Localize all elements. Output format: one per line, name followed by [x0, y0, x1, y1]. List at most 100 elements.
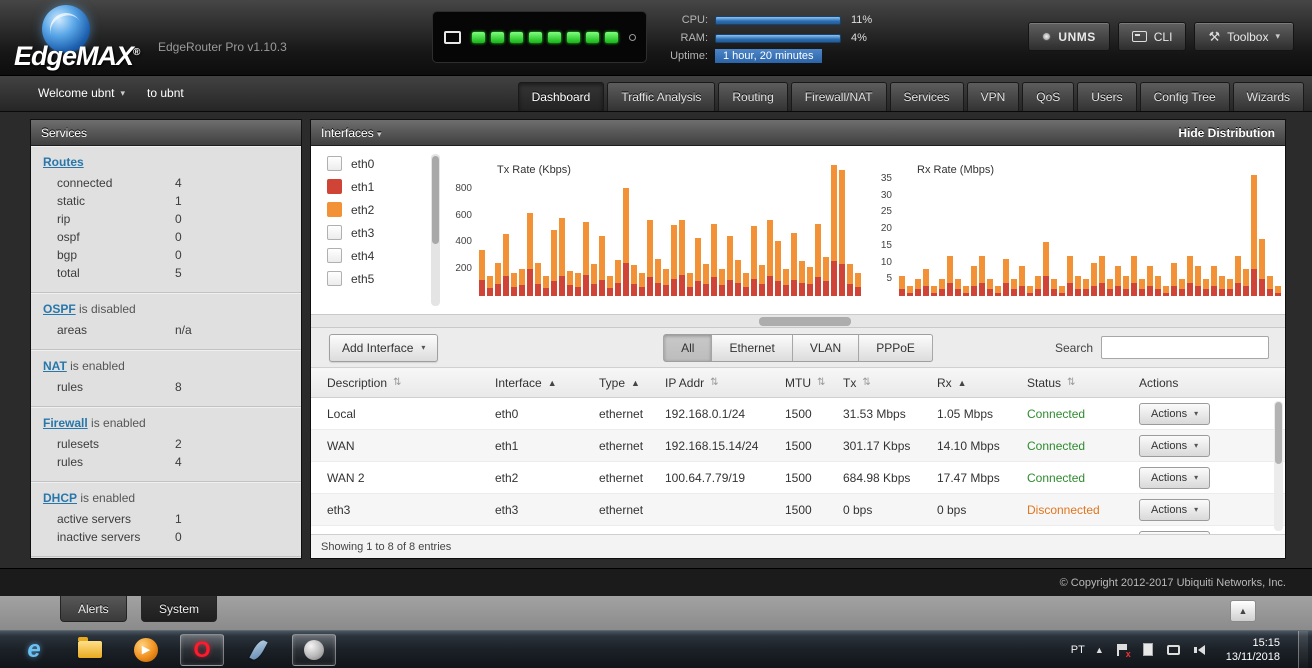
tab-routing[interactable]: Routing: [718, 82, 788, 111]
edgemax-logo: EdgeMAX®: [14, 2, 164, 74]
scrollbar-thumb[interactable]: [1275, 402, 1282, 464]
filter-pppoe[interactable]: PPPoE: [859, 333, 933, 362]
sidebar-section-nat: NAT is enabled rules 8: [31, 350, 301, 407]
column-header-mtu[interactable]: MTU ⇅: [785, 376, 843, 390]
action-center-flag-icon[interactable]: x: [1114, 642, 1131, 658]
sidebar-link-routes[interactable]: Routes: [43, 155, 84, 169]
cpu-progress-bar: [715, 15, 841, 25]
sidebar-link-firewall[interactable]: Firewall: [43, 416, 88, 430]
scrollbar-thumb[interactable]: [759, 317, 851, 326]
cell-interface: eth2: [495, 470, 519, 485]
column-header-ip-addr[interactable]: IP Addr ⇅: [665, 376, 785, 390]
cli-button[interactable]: CLI: [1117, 22, 1187, 51]
chart-bar: [599, 235, 605, 296]
chevron-down-icon[interactable]: ▾: [120, 88, 125, 99]
scroll-top-button[interactable]: ▲: [1230, 600, 1256, 622]
checkbox-eth4[interactable]: [327, 248, 342, 263]
gray-sphere-app-icon[interactable]: [292, 633, 336, 666]
column-header-type[interactable]: Type ▲: [599, 376, 665, 390]
tab-qos[interactable]: QoS: [1022, 82, 1075, 111]
chart-bar: [1091, 262, 1097, 296]
tab-config-tree[interactable]: Config Tree: [1139, 82, 1230, 111]
unms-button[interactable]: UNMS: [1028, 22, 1110, 51]
sidebar-link-nat[interactable]: NAT: [43, 359, 67, 373]
checkbox-eth0[interactable]: [327, 156, 342, 171]
tab-dashboard[interactable]: Dashboard: [517, 82, 605, 111]
scrollbar-thumb[interactable]: [432, 156, 439, 244]
column-header-rx[interactable]: Rx ▲: [937, 376, 1027, 390]
table-footer: Showing 1 to 8 of 8 entries: [311, 534, 1285, 558]
checklist-scrollbar[interactable]: [431, 154, 440, 306]
chart-bar: [1211, 265, 1217, 296]
chart-bar: [663, 269, 669, 296]
interface-checkbox-row: eth1: [327, 179, 431, 194]
column-header-interface[interactable]: Interface ▲: [495, 376, 599, 390]
checkbox-eth2[interactable]: [327, 202, 342, 217]
show-desktop-button[interactable]: [1298, 630, 1308, 668]
sidebar-stat-row: total 5: [57, 266, 182, 280]
language-indicator[interactable]: PT: [1071, 644, 1085, 656]
feather-app-icon[interactable]: [236, 634, 280, 666]
opera-browser-icon[interactable]: O: [180, 633, 224, 666]
actions-cell: Actions ▾: [1139, 434, 1259, 457]
taskbar-clock[interactable]: 15:15 13/11/2018: [1218, 636, 1288, 664]
explorer-folder-icon[interactable]: [68, 634, 112, 666]
tab-firewall-nat[interactable]: Firewall/NAT: [790, 82, 887, 111]
system-tray: PT ▲ x 15:15 13/11/2018: [1071, 630, 1312, 668]
port-led: [471, 31, 485, 43]
system-tab[interactable]: System: [141, 596, 218, 622]
chart-bar: [1243, 269, 1249, 296]
checkbox-eth5[interactable]: [327, 271, 342, 286]
checkbox-eth3[interactable]: [327, 225, 342, 240]
port-led: [547, 31, 561, 43]
media-player-icon[interactable]: ▶: [124, 634, 168, 666]
tab-wizards[interactable]: Wizards: [1232, 82, 1304, 111]
filter-all[interactable]: All: [663, 333, 713, 362]
search-input[interactable]: [1101, 336, 1269, 359]
chart-bar: [907, 285, 913, 296]
row-actions-button[interactable]: Actions▾: [1139, 434, 1211, 457]
chart-y-axis: 5 10 15 20 25 30 35: [863, 162, 895, 296]
tab-users[interactable]: Users: [1077, 82, 1137, 111]
chevron-down-icon: ▾: [1194, 409, 1199, 418]
cell-mtu: 1500: [785, 502, 812, 517]
system-stats: CPU: 11% RAM: 4% Uptime: 1 hour, 20 minu…: [662, 12, 892, 66]
chart-bar: [1179, 279, 1185, 296]
filter-vlan[interactable]: VLAN: [792, 333, 860, 362]
table-scrollbar[interactable]: [1274, 401, 1283, 531]
toolbox-button[interactable]: ⚒ Toolbox ▾: [1194, 22, 1294, 51]
row-actions-button[interactable]: Actions▾: [1139, 402, 1211, 425]
checkbox-eth1[interactable]: [327, 179, 342, 194]
sidebar-link-ospf[interactable]: OSPF: [43, 302, 76, 316]
sidebar-link-dhcp[interactable]: DHCP: [43, 491, 77, 505]
network-icon[interactable]: [1166, 642, 1182, 658]
chart-bar: [615, 259, 621, 296]
internet-explorer-icon[interactable]: e: [12, 634, 56, 666]
interfaces-title[interactable]: Interfaces ▾: [321, 126, 382, 140]
hide-distribution-link[interactable]: Hide Distribution: [1178, 126, 1275, 140]
column-header-status[interactable]: Status ⇅: [1027, 376, 1139, 390]
sidebar-stat-row: bgp 0: [57, 248, 182, 262]
volume-icon[interactable]: [1192, 642, 1208, 658]
filter-ethernet[interactable]: Ethernet: [712, 333, 793, 362]
cell-type: ethernet: [599, 438, 644, 453]
chart-bar: [711, 223, 717, 296]
cell-rx: 1.05 Mbps: [937, 406, 994, 421]
tab-traffic-analysis[interactable]: Traffic Analysis: [607, 82, 716, 111]
row-actions-button[interactable]: Actions▾: [1139, 498, 1211, 521]
column-header-tx[interactable]: Tx ⇅: [843, 376, 937, 390]
alerts-tab[interactable]: Alerts: [60, 596, 127, 622]
chart-bar: [1251, 175, 1257, 296]
uptime-value: 1 hour, 20 minutes: [715, 49, 822, 63]
chart-bar: [503, 234, 509, 296]
horizontal-scrollbar[interactable]: [311, 314, 1285, 328]
add-interface-button[interactable]: Add Interface ▾: [329, 333, 439, 362]
column-header-description[interactable]: Description ⇅: [327, 376, 495, 390]
tab-services[interactable]: Services: [889, 82, 964, 111]
row-actions-button[interactable]: Actions▾: [1139, 466, 1211, 489]
hidden-icons-chevron-icon[interactable]: ▲: [1095, 645, 1104, 655]
document-tray-icon[interactable]: [1140, 642, 1156, 658]
chart-bar: [1083, 279, 1089, 296]
tab-vpn[interactable]: VPN: [966, 82, 1020, 111]
chart-bar: [1203, 279, 1209, 296]
